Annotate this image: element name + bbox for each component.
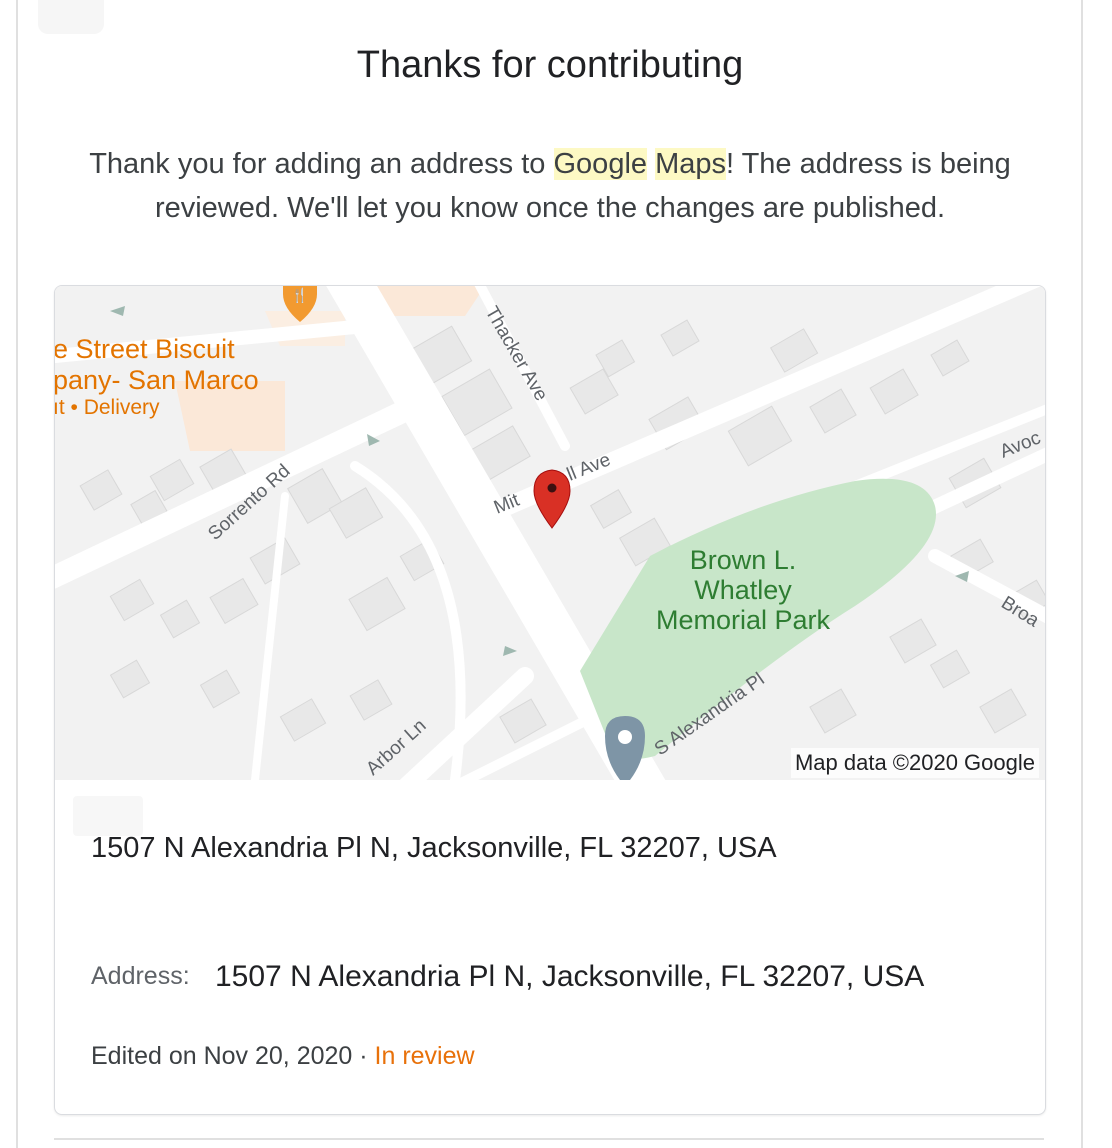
card-faint-decoration: [73, 796, 143, 836]
highlight-maps: Maps: [655, 148, 726, 180]
park-label-line2: Whatley: [694, 575, 792, 605]
confirmation-message: Thank you for adding an address to Googl…: [60, 142, 1040, 230]
highlight-google: Google: [553, 148, 648, 180]
page-title: Thanks for contributing: [356, 44, 744, 86]
message-text-start: Thank you for adding an address to: [89, 148, 554, 180]
frame-left-border: [16, 0, 18, 1148]
poi-name-line2: pany- San Marco: [55, 365, 259, 395]
address-value: 1507 N Alexandria Pl N, Jacksonville, FL…: [215, 960, 925, 993]
svg-text:🍴: 🍴: [291, 287, 308, 304]
address-label: Address:: [91, 962, 190, 990]
contribution-card: Thacker Ave Mit ll Ave Sorrento Rd Arbor…: [54, 285, 1046, 1115]
edited-date: Edited on Nov 20, 2020 ·: [91, 1042, 375, 1070]
frame-right-border: [1081, 0, 1083, 1148]
park-label-line3: Memorial Park: [656, 605, 831, 635]
map-preview[interactable]: Thacker Ave Mit ll Ave Sorrento Rd Arbor…: [55, 286, 1045, 780]
poi-subtitle: ıt • Delivery: [55, 396, 160, 419]
corner-decoration: [38, 0, 104, 34]
status-badge: In review: [374, 1042, 475, 1070]
map-attribution: Map data ©2020 Google: [790, 748, 1039, 778]
edit-info: Edited on Nov 20, 2020 · In review: [91, 1042, 475, 1071]
message-space: [647, 148, 655, 180]
park-label-line1: Brown L.: [690, 545, 797, 575]
address-heading: 1507 N Alexandria Pl N, Jacksonville, FL…: [91, 832, 777, 864]
poi-name-line1: e Street Biscuit: [55, 334, 235, 364]
bottom-divider: [54, 1138, 1044, 1140]
